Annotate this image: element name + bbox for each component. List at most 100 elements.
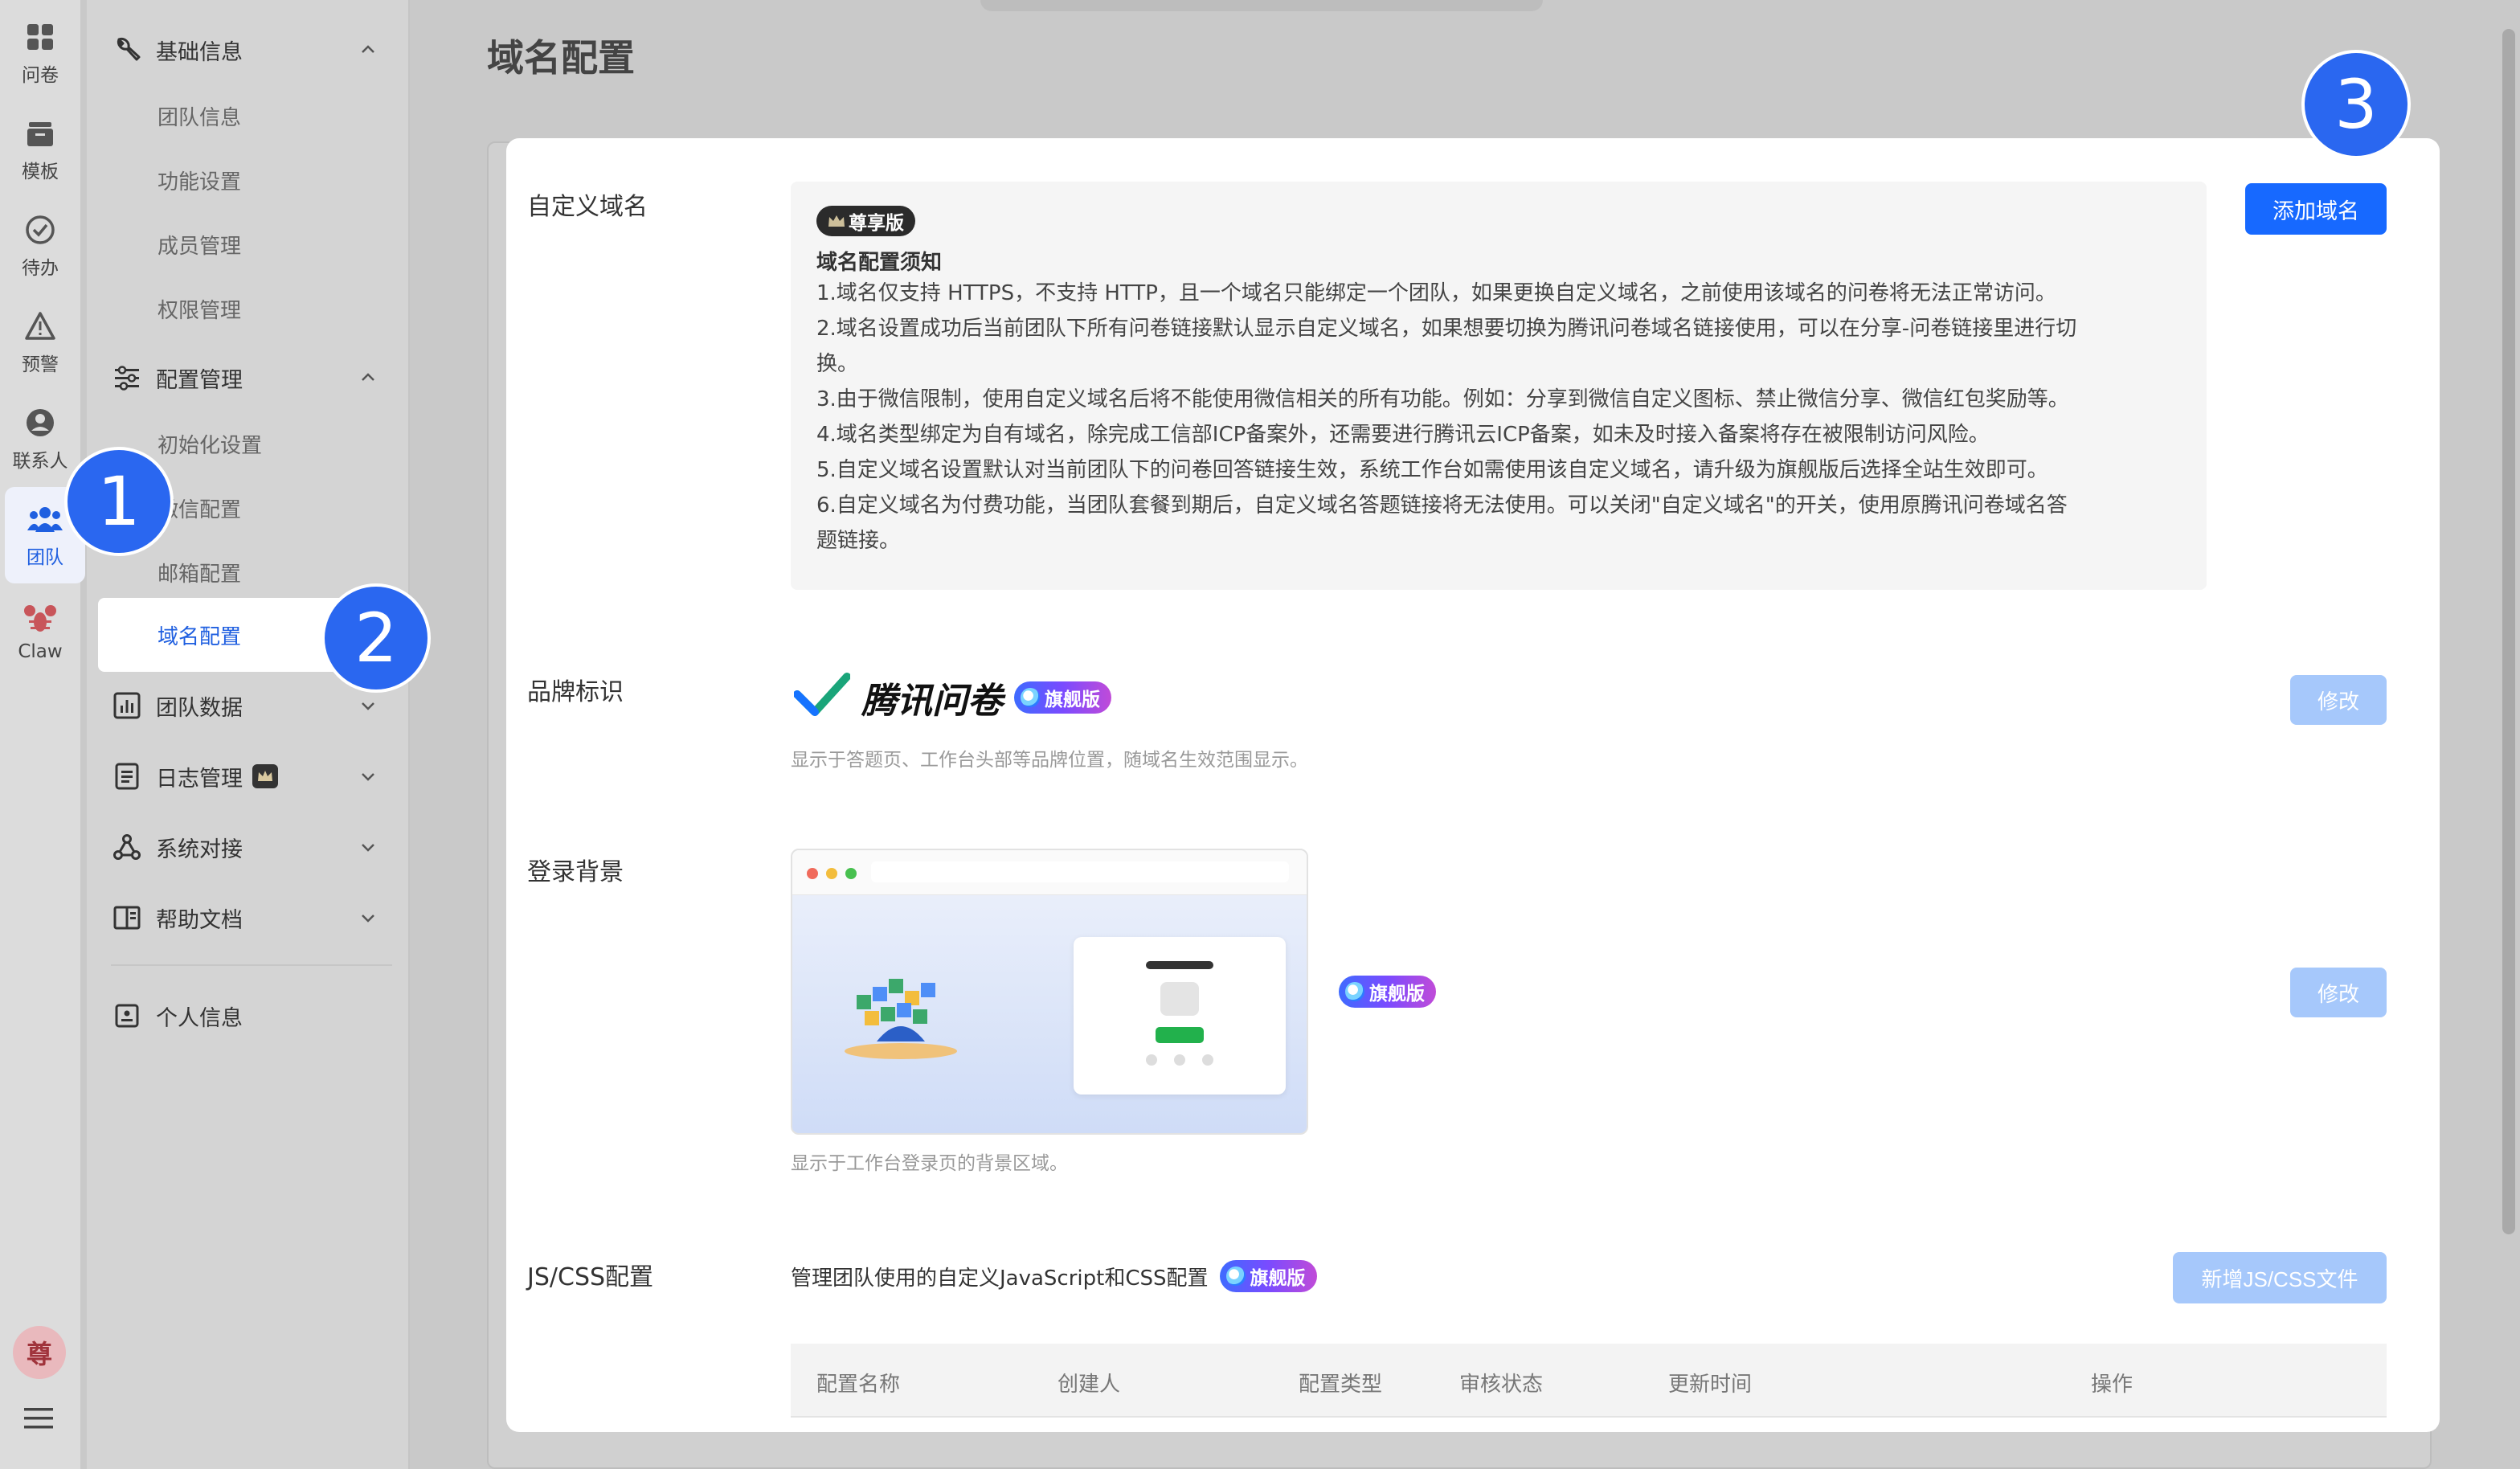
nav-group-basic[interactable]: 基础信息 [111, 18, 392, 82]
chevron-down-icon [357, 765, 379, 788]
step-badge-2: 2 [321, 583, 431, 693]
template-icon [22, 116, 58, 151]
nav-group-help[interactable]: 帮助文档 [111, 886, 392, 950]
warning-icon [22, 309, 58, 344]
connect-icon [111, 831, 143, 863]
column-header: 审核状态 [1459, 1373, 1544, 1397]
notice-line: 2.域名设置成功后当前团队下所有问卷链接默认显示自定义域名，如果想要切换为腾讯问… [816, 317, 2077, 341]
column-header: 配置类型 [1299, 1373, 1383, 1397]
nav-item-permission-management[interactable]: 权限管理 [158, 280, 241, 338]
column-header: 操作 [2091, 1373, 2133, 1397]
brand-label: 品牌标识 [527, 678, 624, 706]
domain-notice: 尊享版 域名配置须知 1.域名仅支持 HTTPS，不支持 HTTP，且一个域名只… [791, 182, 2207, 590]
add-domain-button[interactable]: 添加域名 [2245, 183, 2387, 235]
nav-group-log[interactable]: 日志管理 [111, 744, 392, 808]
flagship-tag-text: 旗舰版 [1250, 1268, 1306, 1289]
window-dot [845, 868, 857, 879]
notice-line: 6.自定义域名为付费功能，当团队套餐到期后，自定义域名答题链接将无法使用。可以关… [816, 493, 2068, 518]
contact-icon [22, 405, 58, 440]
rail-item-todo[interactable]: 待办 [0, 198, 80, 294]
rail-label: Claw [18, 641, 63, 662]
rail-label: 团队 [27, 547, 63, 568]
rail-item-template[interactable]: 模板 [0, 101, 80, 198]
step-badge-3: 3 [2301, 50, 2411, 159]
flagship-tag-text: 旗舰版 [1045, 689, 1100, 710]
page-scrollbar[interactable] [2502, 29, 2515, 1234]
login-bg-preview [791, 849, 1308, 1135]
rail-item-claw[interactable]: Claw [0, 583, 80, 680]
flagship-tag: 旗舰版 [1014, 681, 1111, 714]
nav-group-config[interactable]: 配置管理 [111, 346, 392, 410]
jscss-label: JS/CSS配置 [527, 1263, 654, 1291]
add-jscss-file-button[interactable]: 新增JS/CSS文件 [2173, 1252, 2387, 1303]
crown-icon [828, 215, 845, 227]
book-icon [111, 902, 143, 934]
nav-item-label: 个人信息 [156, 1005, 243, 1031]
nav-group-integration[interactable]: 系统对接 [111, 815, 392, 879]
nav-divider [111, 964, 392, 966]
step-badge-1: 1 [64, 447, 174, 556]
notice-line: 题链接。 [816, 529, 901, 553]
chart-icon [111, 689, 143, 722]
column-header: 更新时间 [1668, 1373, 1753, 1397]
nav-item-email-config[interactable]: 邮箱配置 [158, 543, 241, 601]
check-circle-icon [22, 212, 58, 248]
rail-item-alert[interactable]: 预警 [0, 294, 80, 391]
chevron-down-icon [357, 906, 379, 929]
window-dot [807, 868, 818, 879]
rail-item-contacts[interactable]: 联系人 [0, 391, 80, 487]
flagship-tag: 旗舰版 [1219, 1260, 1317, 1292]
notice-line: 3.由于微信限制，使用自定义域名后将不能使用微信相关的所有功能。例如：分享到微信… [816, 387, 2069, 411]
chevron-down-icon [357, 836, 379, 858]
flagship-tag: 旗舰版 [1339, 976, 1436, 1008]
preview-url-bar [871, 861, 1289, 882]
nav-item-team-info[interactable]: 团队信息 [158, 87, 241, 145]
team-icon [27, 501, 63, 537]
hamburger-icon[interactable] [24, 1406, 53, 1430]
nav-group-label: 基础信息 [156, 39, 243, 65]
brand-logo-text: 腾讯问卷 [861, 681, 1003, 722]
settings-nav: 基础信息 团队信息 功能设置 成员管理 权限管理 配置管理 初始化设置 微信配置… [87, 0, 415, 1469]
rail-label: 模板 [22, 162, 59, 182]
window-dot [826, 868, 837, 879]
login-bg-hint: 显示于工作台登录页的背景区域。 [791, 1153, 1068, 1174]
jscss-desc-row: 管理团队使用的自定义JavaScript和CSS配置 旗舰版 [791, 1260, 1317, 1292]
edit-brand-button[interactable]: 修改 [2290, 675, 2387, 725]
rail-label: 待办 [22, 258, 59, 279]
nav-item-personal-info[interactable]: 个人信息 [111, 984, 392, 1048]
top-handle [980, 0, 1543, 11]
crown-icon [252, 764, 278, 788]
chevron-down-icon [357, 694, 379, 717]
rail-label: 问卷 [22, 65, 59, 86]
nav-group-label: 系统对接 [156, 837, 243, 862]
column-header: 创建人 [1058, 1373, 1121, 1397]
nav-item-member-management[interactable]: 成员管理 [158, 215, 241, 273]
nav-group-label: 帮助文档 [156, 907, 243, 933]
nav-group-label: 日志管理 [156, 766, 243, 792]
illustration-icon [845, 979, 957, 1059]
avatar-text: 尊 [26, 1339, 52, 1369]
preview-login-box [1074, 937, 1286, 1095]
edition-tag-text: 尊享版 [849, 213, 904, 234]
notice-title: 域名配置须知 [816, 251, 943, 275]
notice-line: 换。 [816, 352, 859, 376]
tencent-survey-logo-icon [794, 673, 850, 716]
chevron-up-icon [357, 39, 379, 61]
notice-line: 1.域名仅支持 HTTPS，不支持 HTTP，且一个域名只能绑定一个团队，如果更… [816, 281, 2056, 305]
chevron-up-icon [357, 366, 379, 389]
rail-item-questionnaire[interactable]: 问卷 [0, 5, 80, 101]
login-bg-label: 登录背景 [527, 858, 624, 886]
avatar[interactable]: 尊 [13, 1326, 66, 1379]
id-card-icon [111, 1000, 143, 1032]
nav-item-init-settings[interactable]: 初始化设置 [158, 415, 262, 473]
nav-item-feature-settings[interactable]: 功能设置 [158, 151, 241, 209]
edit-login-bg-button[interactable]: 修改 [2290, 968, 2387, 1017]
brand-hint: 显示于答题页、工作台头部等品牌位置，随域名生效范围显示。 [791, 750, 1308, 771]
brand-logo: 腾讯问卷 旗舰版 [794, 672, 1111, 723]
jscss-table-header: 配置名称 创建人 配置类型 审核状态 更新时间 操作 [791, 1344, 2387, 1418]
page-title: 域名配置 [487, 36, 635, 80]
column-header: 配置名称 [816, 1373, 901, 1397]
grid-icon [22, 19, 58, 55]
flagship-icon [1345, 982, 1364, 1001]
rail-label: 联系人 [12, 451, 68, 472]
